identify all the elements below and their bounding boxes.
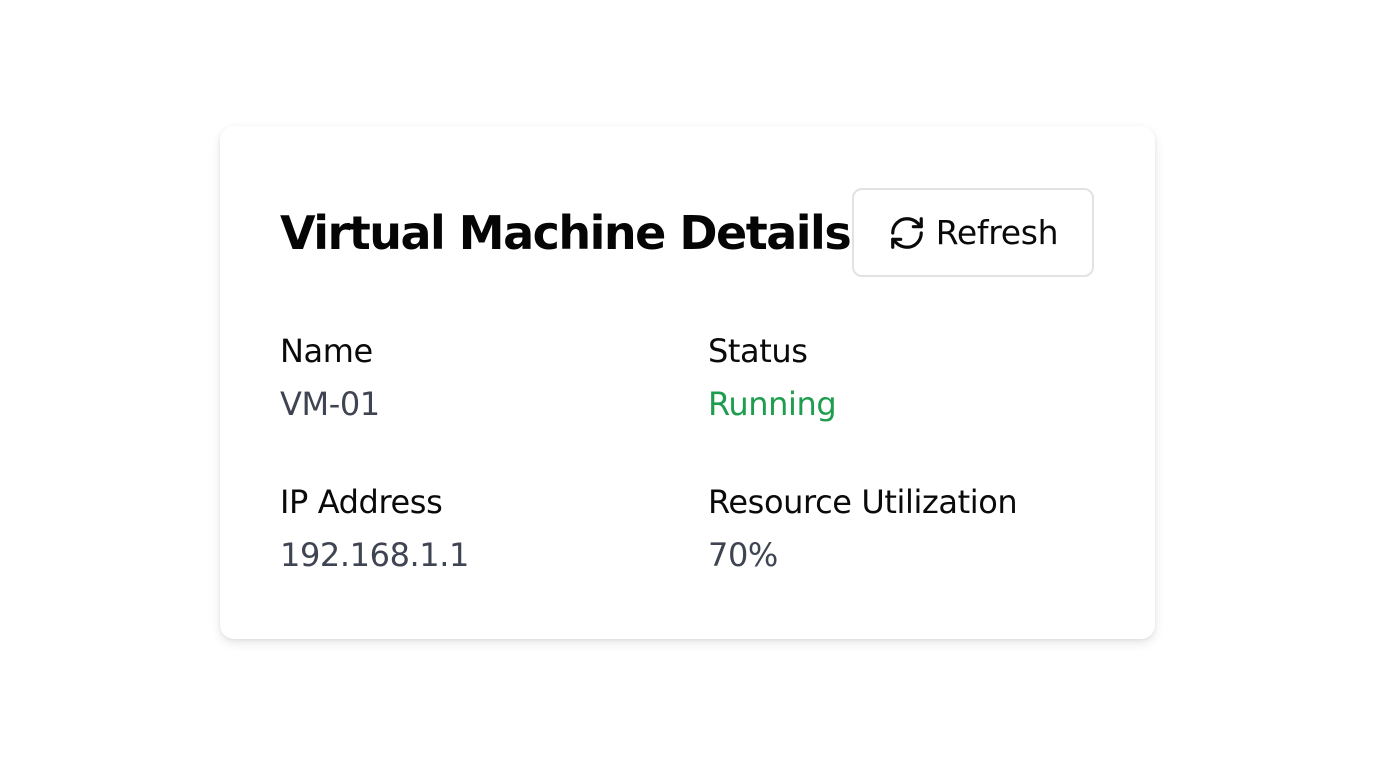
resource-utilization-value: 70%: [708, 536, 778, 574]
refresh-icon: [888, 214, 926, 252]
vm-details-card: Virtual Machine Details Refresh Name VM-…: [220, 126, 1155, 639]
name-value: VM-01: [280, 385, 380, 423]
status-value: Running: [708, 385, 837, 423]
ip-address-field: IP Address 192.168.1.1: [280, 482, 469, 575]
status-field: Status Running: [708, 331, 837, 424]
name-field: Name VM-01: [280, 331, 380, 424]
refresh-button[interactable]: Refresh: [852, 188, 1094, 277]
resource-utilization-field: Resource Utilization 70%: [708, 482, 1018, 575]
ip-address-label: IP Address: [280, 483, 443, 521]
refresh-button-label: Refresh: [935, 212, 1059, 252]
resource-utilization-label: Resource Utilization: [708, 483, 1018, 521]
ip-address-value: 192.168.1.1: [280, 536, 469, 574]
card-header: Virtual Machine Details Refresh: [280, 188, 1095, 278]
page-title: Virtual Machine Details: [280, 206, 852, 260]
name-label: Name: [280, 332, 373, 370]
status-label: Status: [708, 332, 808, 370]
